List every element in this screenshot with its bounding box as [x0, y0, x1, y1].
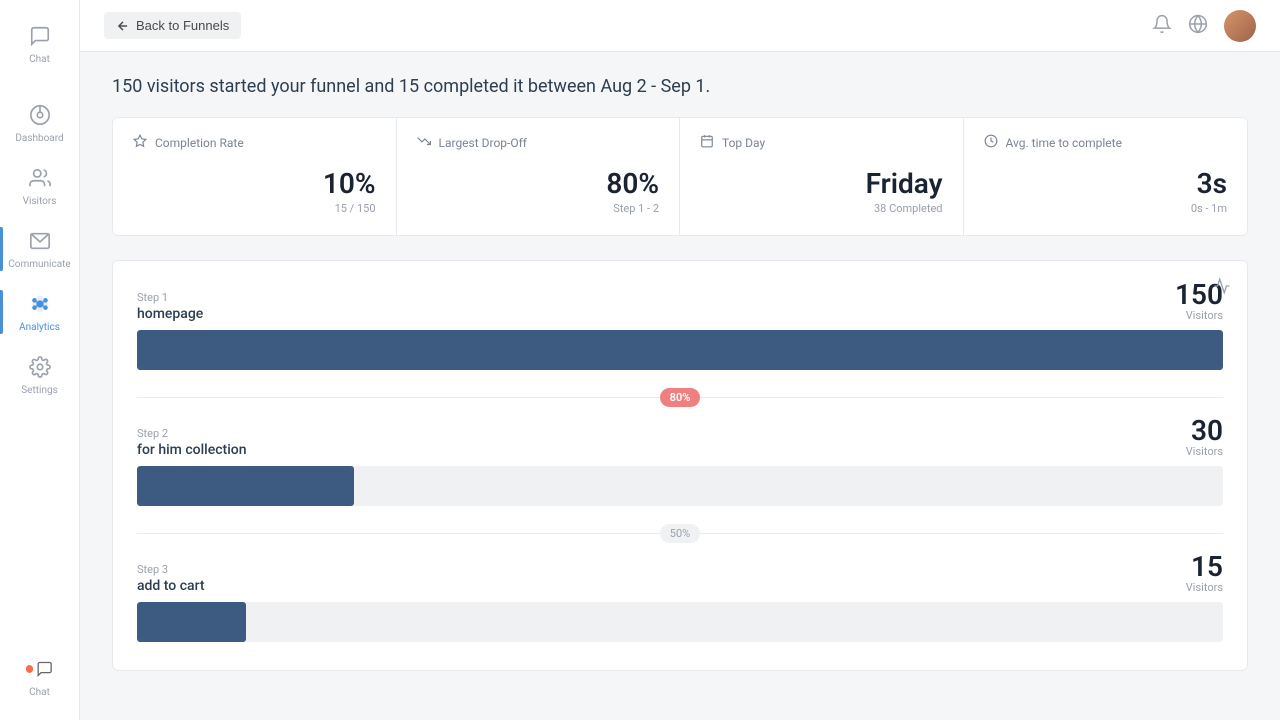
drop-indicator-2: 50% — [137, 514, 1223, 553]
topbar-actions — [1152, 10, 1256, 42]
sidebar-item-communicate-label: Communicate — [8, 259, 70, 270]
step-3-bar — [137, 602, 246, 642]
largest-dropoff-sub: Step 1 - 2 — [417, 202, 660, 215]
step-1-bar — [137, 330, 1223, 370]
completion-rate-label: Completion Rate — [155, 136, 244, 150]
sidebar-item-settings[interactable]: Settings — [0, 343, 79, 406]
step-3-name: add to cart — [137, 578, 205, 594]
step-1-label: Step 1 — [137, 291, 203, 304]
funnel-toolbar[interactable] — [1213, 277, 1231, 299]
largest-dropoff-label: Largest Drop-Off — [439, 136, 527, 150]
sidebar-item-visitors-label: Visitors — [23, 196, 57, 207]
globe-icon[interactable] — [1188, 14, 1208, 38]
step-2-header: Step 2 for him collection 30 Visitors — [137, 417, 1223, 458]
avg-time-label: Avg. time to complete — [1006, 136, 1122, 150]
largest-dropoff-value: 80% — [417, 167, 660, 200]
funnel-step-2: Step 2 for him collection 30 Visitors — [137, 417, 1223, 506]
avg-time-sub: 0s - 1m — [984, 202, 1228, 215]
sidebar-bottom-chat-label: Chat — [29, 687, 50, 698]
stat-card-top-day: Top Day Friday 38 Completed — [680, 118, 964, 235]
sidebar-item-analytics[interactable]: Analytics — [0, 280, 79, 343]
back-to-funnels-button[interactable]: Back to Funnels — [104, 12, 241, 39]
drop-badge-1: 80% — [660, 388, 701, 407]
step-2-bar-container — [137, 466, 1223, 506]
step-2-info: Step 2 for him collection — [137, 427, 247, 458]
sidebar-item-dashboard[interactable]: Dashboard — [0, 91, 79, 154]
completion-rate-icon — [133, 134, 147, 151]
sidebar-item-visitors[interactable]: Visitors — [0, 154, 79, 217]
back-button-label: Back to Funnels — [136, 18, 229, 33]
page-content: 150 visitors started your funnel and 15 … — [80, 52, 1280, 720]
funnel-summary: 150 visitors started your funnel and 15 … — [112, 76, 1248, 97]
visitors-icon — [26, 164, 54, 192]
arrow-left-icon — [116, 19, 130, 33]
dashboard-icon — [26, 101, 54, 129]
step-3-header: Step 3 add to cart 15 Visitors — [137, 553, 1223, 594]
top-day-value: Friday — [700, 167, 943, 200]
step-3-count: 15 — [1186, 553, 1223, 581]
stat-card-avg-time: Avg. time to complete 3s 0s - 1m — [964, 118, 1248, 235]
drop-badge-2: 50% — [660, 524, 700, 543]
sidebar: Chat Dashboard Visitors — [0, 0, 80, 720]
step-1-header: Step 1 homepage 150 Visitors — [137, 281, 1223, 322]
funnel-section: Step 1 homepage 150 Visitors 80% — [112, 260, 1248, 671]
funnel-step-1: Step 1 homepage 150 Visitors — [137, 281, 1223, 370]
step-2-visitors-label: Visitors — [1186, 445, 1223, 458]
stat-card-avgtime-header: Avg. time to complete — [984, 134, 1228, 151]
stat-card-largest-dropoff: Largest Drop-Off 80% Step 1 - 2 — [397, 118, 681, 235]
sidebar-item-dashboard-label: Dashboard — [15, 133, 63, 144]
completion-rate-sub: 15 / 150 — [133, 202, 376, 215]
top-day-icon — [700, 134, 714, 151]
user-avatar[interactable] — [1224, 10, 1256, 42]
funnel-step-3: Step 3 add to cart 15 Visitors — [137, 553, 1223, 642]
step-2-name: for him collection — [137, 442, 247, 458]
drop-indicator-1: 80% — [137, 378, 1223, 417]
avg-time-icon — [984, 134, 998, 151]
step-1-info: Step 1 homepage — [137, 291, 203, 322]
notification-bell-icon[interactable] — [1152, 14, 1172, 38]
step-2-label: Step 2 — [137, 427, 247, 440]
stat-card-topday-header: Top Day — [700, 134, 943, 151]
sidebar-bottom-chat[interactable]: Chat — [0, 645, 79, 708]
step-3-info: Step 3 add to cart — [137, 563, 205, 594]
topbar: Back to Funnels — [80, 0, 1280, 52]
analytics-icon — [26, 290, 54, 318]
step-1-name: homepage — [137, 306, 203, 322]
settings-icon — [26, 353, 54, 381]
stat-card-dropoff-header: Largest Drop-Off — [417, 134, 660, 151]
main-content: Back to Funnels 150 visitors — [80, 0, 1280, 720]
top-day-sub: 38 Completed — [700, 202, 943, 215]
sidebar-item-settings-label: Settings — [21, 385, 58, 396]
step-3-label: Step 3 — [137, 563, 205, 576]
top-day-label: Top Day — [722, 136, 765, 150]
avg-time-value: 3s — [984, 167, 1228, 200]
stat-card-completion-header: Completion Rate — [133, 134, 376, 151]
completion-rate-value: 10% — [133, 167, 376, 200]
stat-card-completion-rate: Completion Rate 10% 15 / 150 — [113, 118, 397, 235]
step-2-visitors: 30 Visitors — [1186, 417, 1223, 458]
communicate-icon — [26, 227, 54, 255]
step-2-bar — [137, 466, 354, 506]
step-2-count: 30 — [1186, 417, 1223, 445]
bottom-chat-icon — [26, 655, 54, 683]
step-1-bar-container — [137, 330, 1223, 370]
sidebar-item-chat-label: Chat — [29, 54, 50, 65]
sidebar-item-communicate[interactable]: Communicate — [0, 217, 79, 280]
step-3-bar-container — [137, 602, 1223, 642]
step-3-visitors: 15 Visitors — [1186, 553, 1223, 594]
sidebar-item-analytics-label: Analytics — [19, 322, 60, 333]
chat-icon — [26, 22, 54, 50]
stat-cards: Completion Rate 10% 15 / 150 Largest Dro… — [112, 117, 1248, 236]
dropoff-icon — [417, 134, 431, 151]
step-3-visitors-label: Visitors — [1186, 581, 1223, 594]
sidebar-item-chat[interactable]: Chat — [0, 12, 79, 75]
